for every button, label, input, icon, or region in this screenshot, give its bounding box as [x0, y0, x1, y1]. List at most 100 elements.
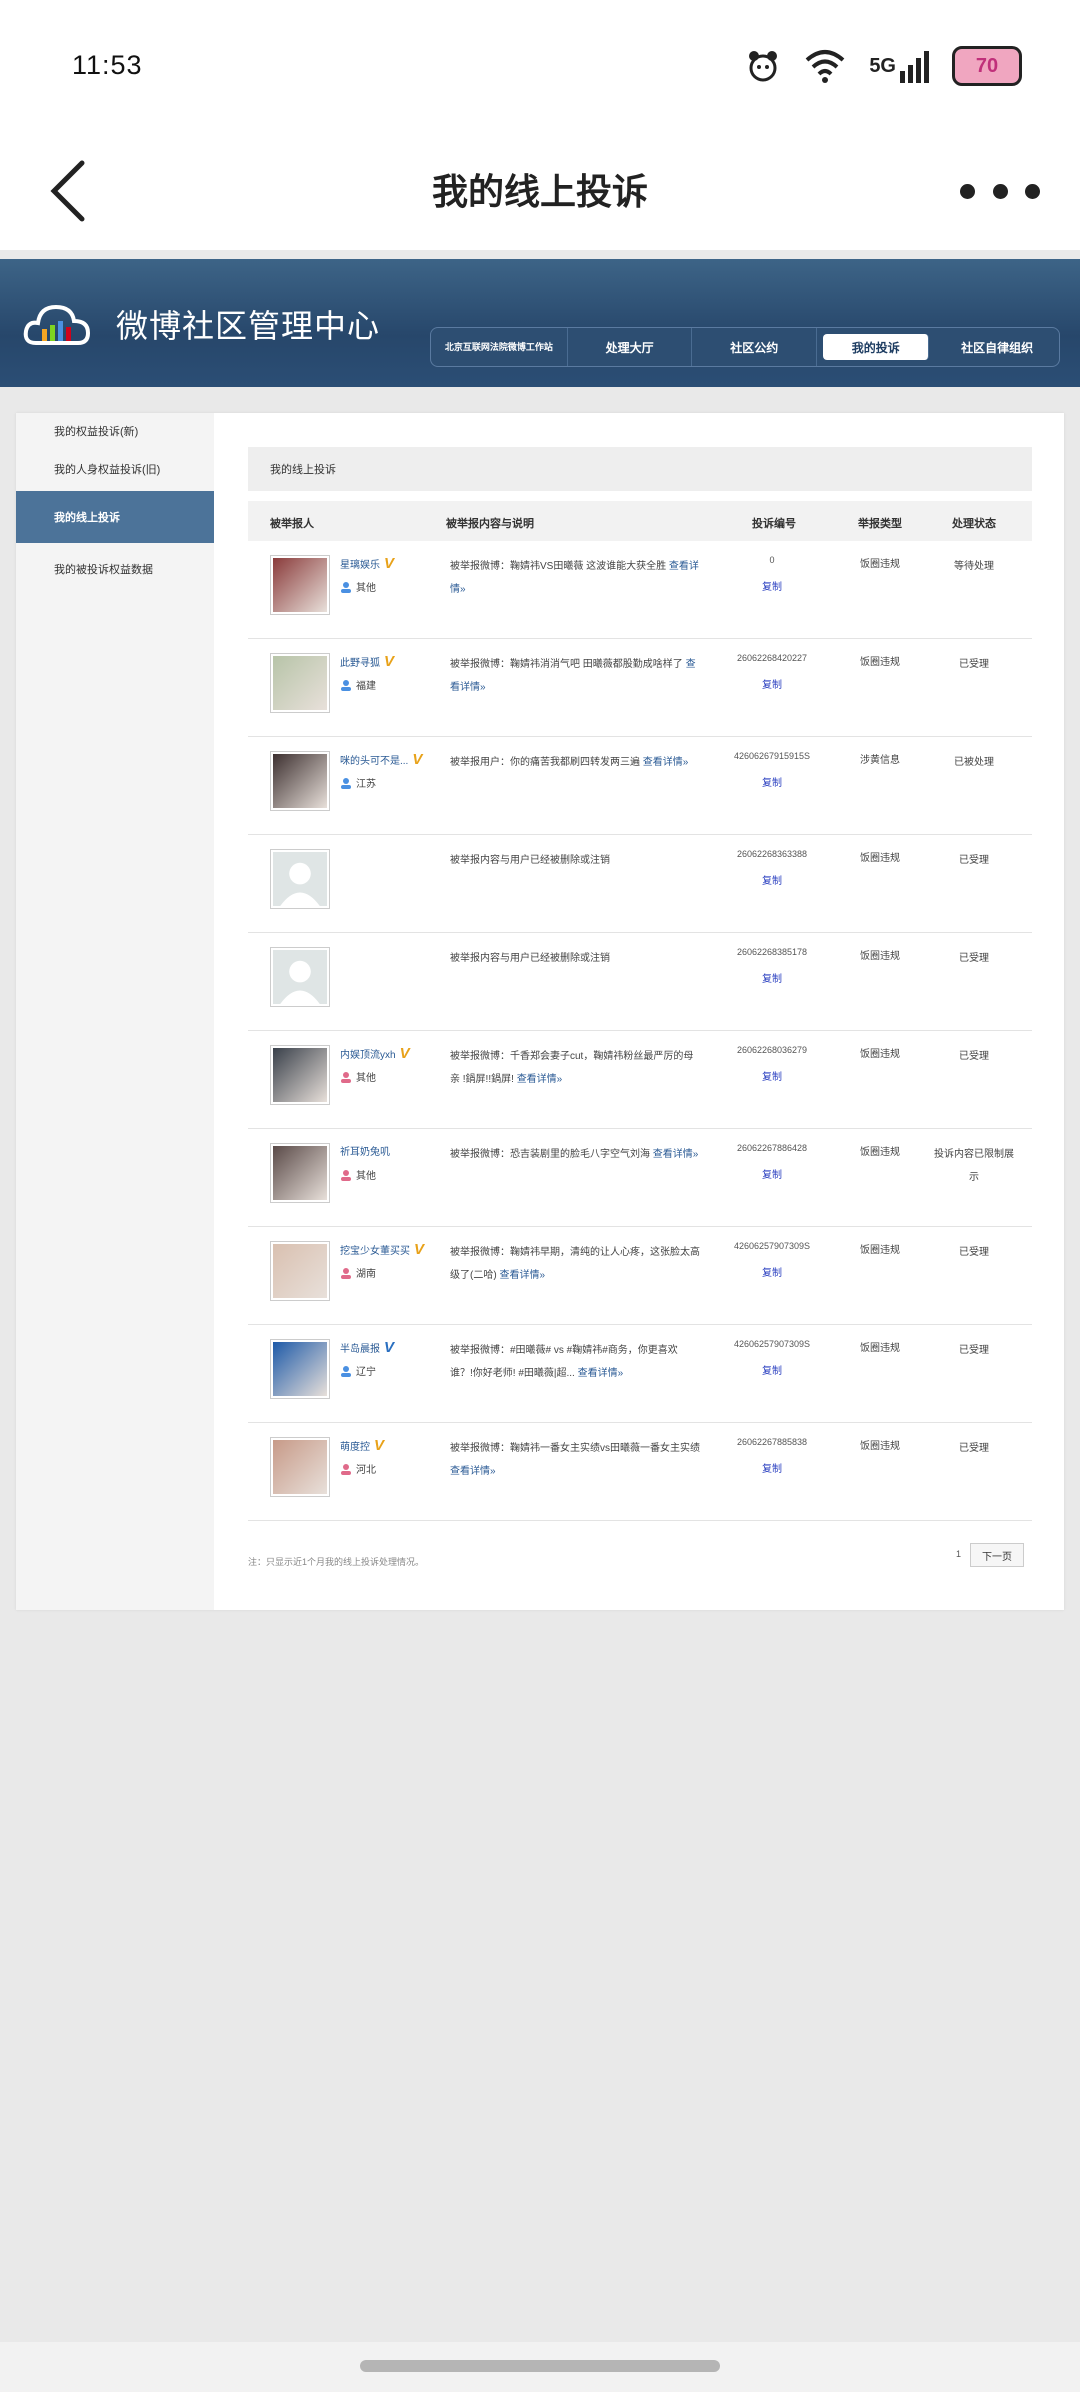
process-status: 等待处理: [954, 561, 994, 572]
user-location: 其他: [340, 1069, 376, 1084]
view-details-link[interactable]: 查看详情»: [653, 1149, 699, 1160]
complaint-list: 星璃娱乐 V 其他 被举报微博：鞠婧祎VS田曦薇 这波谁能大获全胜 查看详情» 0…: [248, 541, 1032, 1521]
process-status: 已受理: [959, 659, 989, 670]
status-time: 11:53: [72, 50, 143, 80]
reported-user-name[interactable]: 星璃娱乐 V: [340, 555, 394, 572]
copy-button[interactable]: 复制: [722, 1166, 822, 1181]
user-name-text: 内娱顶流yxh: [340, 1050, 396, 1061]
report-type: 饭圈违规: [860, 559, 900, 570]
complaint-description: 被举报微博：恐吉装剧里的脸毛八字空气刘海 查看详情»: [450, 1143, 700, 1166]
process-status: 已受理: [959, 855, 989, 866]
nav-my-complaints[interactable]: 我的投诉: [823, 334, 930, 360]
avatar[interactable]: [270, 1241, 330, 1301]
sidebar-item-rights-complaints-new[interactable]: 我的权益投诉(新): [16, 423, 214, 439]
avatar[interactable]: [270, 849, 330, 909]
report-type: 饭圈违规: [860, 1441, 900, 1452]
site-brand[interactable]: 微博社区管理中心: [22, 299, 380, 349]
avatar[interactable]: [270, 947, 330, 1007]
table-row: 咪的头可不是... V 江苏 被举报用户：你的痛苦我都刷四转发两三遍 查看详情» …: [248, 737, 1032, 835]
nav-self-discipline[interactable]: 社区自律组织: [935, 328, 1059, 366]
cellular-signal-icon: 5G: [869, 44, 930, 88]
nav-court-workstation[interactable]: 北京互联网法院微博工作站: [431, 328, 568, 366]
avatar[interactable]: [270, 555, 330, 615]
content-panel: 我的权益投诉(新) 我的人身权益投诉(旧) 我的线上投诉 我的被投诉权益数据 我…: [16, 413, 1064, 1610]
page-number[interactable]: 1: [956, 1549, 961, 1559]
report-type: 涉黄信息: [860, 755, 900, 766]
report-type: 饭圈违规: [860, 657, 900, 668]
avatar[interactable]: [270, 1437, 330, 1497]
reported-user-name[interactable]: 半岛晨报 V: [340, 1339, 394, 1356]
complaint-id: 26062268363388: [736, 849, 808, 859]
more-button[interactable]: [960, 161, 1040, 221]
reported-user-name[interactable]: 挖宝少女董买买 V: [340, 1241, 424, 1258]
sidebar-item-personal-rights-old[interactable]: 我的人身权益投诉(旧): [16, 461, 214, 477]
section-title: 我的线上投诉: [248, 447, 1032, 491]
description-text: 被举报微博：#田曦薇# vs #鞠婧祎#商务，你更喜欢谁？!你好老师! #田曦薇…: [450, 1345, 678, 1379]
view-details-link[interactable]: 查看详情»: [643, 757, 689, 768]
complaint-id: 26062268420227: [736, 653, 808, 663]
copy-button[interactable]: 复制: [722, 774, 822, 789]
user-location: 其他: [340, 579, 376, 594]
sidebar-item-online-complaints[interactable]: 我的线上投诉: [16, 491, 214, 543]
page-title: 我的线上投诉: [431, 171, 648, 212]
avatar[interactable]: [270, 751, 330, 811]
table-row: 半岛晨报 V 辽宁 被举报微博：#田曦薇# vs #鞠婧祎#商务，你更喜欢谁？!你…: [248, 1325, 1032, 1423]
verified-badge-icon: V: [399, 1045, 410, 1062]
report-type: 饭圈违规: [860, 951, 900, 962]
person-icon: [341, 1169, 351, 1181]
reported-user-name[interactable]: 祈耳奶兔叽: [340, 1143, 390, 1158]
reported-user-name[interactable]: 内娱顶流yxh V: [340, 1045, 410, 1062]
copy-button[interactable]: 复制: [722, 1264, 822, 1279]
copy-button[interactable]: 复制: [722, 872, 822, 887]
table-row: 被举报内容与用户已经被删除或注销 26062268363388 复制 饭圈违规 …: [248, 835, 1032, 933]
complaint-description: 被举报微博：鞠婧祎早期，清纯的让人心疼，这张脸太高级了(二哈) 查看详情»: [450, 1241, 700, 1287]
report-type: 饭圈违规: [860, 1245, 900, 1256]
verified-badge-icon: V: [412, 751, 423, 768]
process-status: 已受理: [959, 953, 989, 964]
avatar-photo: [273, 1048, 327, 1102]
description-text: 被举报微博：鞠婧祎一番女主实绩vs田曦薇一番女主实绩: [450, 1443, 700, 1454]
view-details-link[interactable]: 查看详情»: [450, 1466, 496, 1477]
avatar[interactable]: [270, 1339, 330, 1399]
default-avatar-icon: [273, 950, 327, 1004]
copy-button[interactable]: 复制: [722, 578, 822, 593]
sidebar-item-complained-data[interactable]: 我的被投诉权益数据: [16, 561, 214, 577]
avatar[interactable]: [270, 1045, 330, 1105]
reported-user-name[interactable]: 此野寻狐 V: [340, 653, 394, 670]
view-details-link[interactable]: 查看详情»: [499, 1270, 545, 1281]
location-text: 其他: [356, 1171, 376, 1182]
copy-button[interactable]: 复制: [722, 1068, 822, 1083]
next-page-button[interactable]: 下一页: [970, 1543, 1024, 1567]
app-header: 我的线上投诉: [0, 135, 1080, 250]
user-name-text: 星璃娱乐: [340, 560, 380, 571]
nav-hall[interactable]: 处理大厅: [568, 328, 693, 366]
description-text: 被举报微博：千香郑会妻子cut，鞠婧祎粉丝最严厉的母亲 !鍋屏!!鍋屏!: [450, 1051, 694, 1085]
home-indicator[interactable]: [360, 2360, 720, 2372]
avatar-photo: [273, 1440, 327, 1494]
reported-user-name[interactable]: 咪的头可不是... V: [340, 751, 422, 768]
copy-button[interactable]: 复制: [722, 1460, 822, 1475]
user-location: 辽宁: [340, 1363, 376, 1378]
complaint-id: 42606257907309S: [733, 1339, 811, 1349]
app-notification-icon: [745, 44, 781, 88]
view-details-link[interactable]: 查看详情»: [578, 1368, 624, 1379]
avatar-photo: [273, 754, 327, 808]
complaint-id: 0: [769, 555, 775, 565]
user-location: 江苏: [340, 775, 376, 790]
reported-user-name[interactable]: 萌度控 V: [340, 1437, 384, 1454]
complaint-description: 被举报微博：鞠婧祎一番女主实绩vs田曦薇一番女主实绩 查看详情»: [450, 1437, 700, 1483]
copy-button[interactable]: 复制: [722, 1362, 822, 1377]
avatar[interactable]: [270, 1143, 330, 1203]
view-details-link[interactable]: 查看详情»: [517, 1074, 563, 1085]
avatar[interactable]: [270, 653, 330, 713]
copy-button[interactable]: 复制: [722, 676, 822, 691]
site-banner: 微博社区管理中心 北京互联网法院微博工作站 处理大厅 社区公约 我的投诉 社区自…: [0, 259, 1080, 387]
location-text: 河北: [356, 1465, 376, 1476]
description-text: 被举报微博：鞠婧祎消消气吧 田曦薇都股勤成啥样了: [450, 659, 683, 670]
nav-convention[interactable]: 社区公约: [692, 328, 818, 366]
col-report-type: 举报类型: [858, 518, 902, 530]
description-text: 被举报微博：鞠婧祎早期，清纯的让人心疼，这张脸太高级了(二哈): [450, 1247, 700, 1281]
battery-level: 70: [975, 54, 999, 77]
person-icon: [341, 1267, 351, 1279]
copy-button[interactable]: 复制: [722, 970, 822, 985]
